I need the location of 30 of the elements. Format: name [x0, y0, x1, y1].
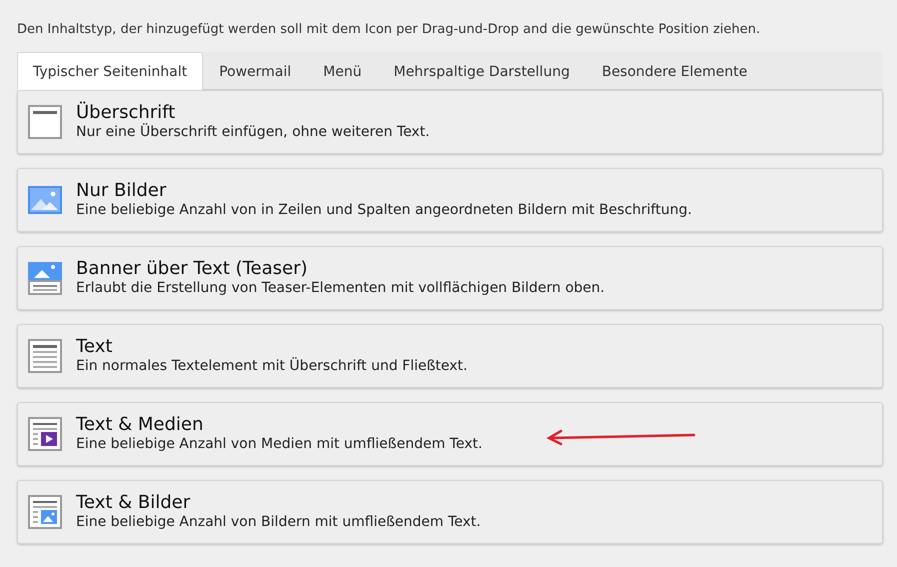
tab[interactable]: Typischer Seiteninhalt: [17, 52, 204, 90]
text-image-icon: [28, 495, 62, 529]
element-description: Nur eine Überschrift einfügen, ohne weiteren Text.: [76, 123, 430, 142]
tab[interactable]: Mehrspaltige Darstellung: [378, 52, 586, 90]
tab[interactable]: Besondere Elemente: [586, 52, 764, 90]
element-description: Eine beliebige Anzahl von Medien mit umfließendem Text.: [76, 435, 482, 454]
element-description: Ein normales Textelement mit Überschrift und Fließtext.: [76, 357, 468, 376]
content-element-card[interactable]: Text & Bilder Eine beliebige Anzahl von Bildern mit umfließendem Text.: [17, 480, 883, 544]
text-media-icon: [28, 417, 62, 451]
header-icon: [28, 105, 62, 139]
element-title: Text & Bilder: [76, 492, 192, 513]
tab[interactable]: Menü: [307, 52, 378, 90]
content-element-card[interactable]: Text & Medien Eine beliebige Anzahl von Medien mit umfließendem Text.: [17, 402, 883, 466]
element-title: Banner über Text (Teaser): [76, 258, 308, 279]
content-element-card[interactable]: Text Ein normales Textelement mit Überschrift und Fließtext.: [17, 324, 883, 388]
banner-icon: [28, 261, 62, 295]
element-title: Nur Bilder: [76, 180, 168, 201]
content-element-card[interactable]: Überschrift Nur eine Überschrift einfügen, ohne weiteren Text.: [17, 90, 883, 154]
element-description: Eine beliebige Anzahl von Bildern mit umfließendem Text.: [76, 513, 481, 532]
content-element-card[interactable]: Banner über Text (Teaser) Erlaubt die Erstellung von Teaser-Elementen mit vollflächigen Bildern oben.: [17, 246, 883, 310]
element-title: Text: [76, 336, 114, 357]
content-element-card[interactable]: Nur Bilder Eine beliebige Anzahl von in Zeilen und Spalten angeordneten Bildern mit Beschriftung.: [17, 168, 883, 232]
image-icon: [28, 183, 62, 217]
text-icon: [28, 339, 62, 373]
element-description: Eine beliebige Anzahl von in Zeilen und Spalten angeordneten Bildern mit Beschriftung.: [76, 201, 692, 220]
tab[interactable]: Powermail: [203, 52, 308, 90]
element-title: Text & Medien: [76, 414, 204, 435]
instruction-text: Den Inhaltstyp, der hinzugefügt werden soll mit dem Icon per Drag-und-Drop and die gewünschte Position ziehen.: [17, 21, 762, 39]
element-title: Überschrift: [76, 102, 176, 123]
element-description: Erlaubt die Erstellung von Teaser-Elementen mit vollflächigen Bildern oben.: [76, 279, 605, 298]
